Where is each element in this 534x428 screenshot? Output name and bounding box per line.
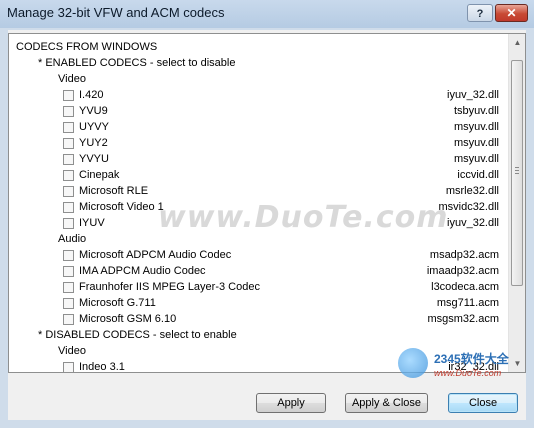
codec-checkbox[interactable]	[63, 122, 74, 133]
codec-row[interactable]: IMA ADPCM Audio Codec imaadp32.acm	[9, 264, 499, 279]
codec-name: YVU9	[79, 105, 108, 117]
enabled-audio-label: Audio	[58, 233, 87, 245]
codec-name: Indeo 3.1	[79, 361, 125, 373]
codec-checkbox[interactable]	[63, 138, 74, 149]
codec-checkbox[interactable]	[63, 106, 74, 117]
codec-checkbox[interactable]	[63, 186, 74, 197]
codec-row[interactable]: Cinepak iccvid.dll	[9, 168, 499, 183]
codec-dll: iccvid.dll	[457, 169, 499, 181]
codec-checkbox[interactable]	[63, 218, 74, 229]
codec-checkbox[interactable]	[63, 250, 74, 261]
codec-row[interactable]: Microsoft ADPCM Audio Codec msadp32.acm	[9, 248, 499, 263]
codec-dll: msyuv.dll	[453, 137, 499, 149]
codec-name: IMA ADPCM Audio Codec	[79, 265, 206, 277]
codec-checkbox[interactable]	[63, 266, 74, 277]
codec-row[interactable]: UYVY msyuv.dll	[9, 120, 499, 135]
codec-name: Microsoft ADPCM Audio Codec	[79, 249, 232, 261]
codec-name: YUY2	[79, 137, 108, 149]
watermark-cn-text: 2345软件大全	[434, 352, 509, 366]
codec-checkbox[interactable]	[63, 314, 74, 325]
apply-close-button[interactable]: Apply & Close	[345, 393, 428, 413]
codec-checkbox[interactable]	[63, 90, 74, 101]
codec-name: Microsoft GSM 6.10	[79, 313, 177, 325]
codec-dll: msyuv.dll	[453, 121, 499, 133]
codec-name: Microsoft G.711	[79, 297, 156, 309]
enabled-video-label: Video	[58, 73, 86, 85]
codec-row[interactable]: Microsoft RLE msrle32.dll	[9, 184, 499, 199]
duote-logo-icon	[398, 348, 428, 378]
codec-dll: iyuv_32.dll	[447, 217, 499, 229]
watermark-logo: 2345软件大全 www.DuoTe.com	[396, 346, 532, 388]
window-title: Manage 32-bit VFW and ACM codecs	[7, 5, 225, 20]
codec-checkbox[interactable]	[63, 298, 74, 309]
root-label: CODECS FROM WINDOWS	[16, 41, 158, 53]
codec-name: Cinepak	[79, 169, 120, 181]
codec-dll: msadp32.acm	[429, 249, 499, 261]
codec-row[interactable]: I.420 iyuv_32.dll	[9, 88, 499, 103]
help-button[interactable]: ?	[467, 4, 493, 22]
title-bar[interactable]: Manage 32-bit VFW and ACM codecs ? ✕	[0, 0, 534, 28]
close-button[interactable]: Close	[448, 393, 518, 413]
codec-checkbox[interactable]	[63, 170, 74, 181]
codec-checkbox[interactable]	[63, 154, 74, 165]
codec-name: YVYU	[79, 153, 109, 165]
codec-row[interactable]: Fraunhofer IIS MPEG Layer-3 Codec l3codec…	[9, 280, 499, 295]
vertical-scrollbar[interactable]: ▲ ▼	[508, 34, 525, 372]
codec-dll: msrle32.dll	[445, 185, 499, 197]
disabled-video-label: Video	[58, 345, 86, 357]
codec-dll: msyuv.dll	[453, 153, 499, 165]
codec-dll: tsbyuv.dll	[453, 105, 499, 117]
codec-row[interactable]: YVU9 tsbyuv.dll	[9, 104, 499, 119]
codec-checkbox[interactable]	[63, 202, 74, 213]
codec-row[interactable]: YUY2 msyuv.dll	[9, 136, 499, 151]
codec-dll: iyuv_32.dll	[447, 89, 499, 101]
codec-dll: imaadp32.acm	[426, 265, 499, 277]
codec-name: IYUV	[79, 217, 105, 229]
window-close-button[interactable]: ✕	[495, 4, 528, 22]
watermark-text: www.DuoTe.com	[158, 200, 449, 235]
enabled-codecs-header: * ENABLED CODECS - select to disable	[38, 57, 236, 69]
codec-dll: msg711.acm	[436, 297, 499, 309]
watermark-url: www.DuoTe.com	[434, 368, 502, 378]
codec-row[interactable]: YVYU msyuv.dll	[9, 152, 499, 167]
codec-name: Microsoft Video 1	[79, 201, 164, 213]
codec-name: UYVY	[79, 121, 109, 133]
codec-dll: msgsm32.acm	[427, 313, 499, 325]
codec-name: Fraunhofer IIS MPEG Layer-3 Codec	[79, 281, 260, 293]
disabled-codecs-header: * DISABLED CODECS - select to enable	[38, 329, 237, 341]
scrollbar-thumb[interactable]	[511, 60, 523, 286]
codec-row[interactable]: Microsoft G.711 msg711.acm	[9, 296, 499, 311]
codec-dll: l3codeca.acm	[431, 281, 499, 293]
codec-name: Microsoft RLE	[79, 185, 149, 197]
codec-checkbox[interactable]	[63, 282, 74, 293]
codec-row[interactable]: Microsoft GSM 6.10 msgsm32.acm	[9, 312, 499, 327]
apply-button[interactable]: Apply	[256, 393, 326, 413]
codec-name: I.420	[79, 89, 104, 101]
codec-checkbox[interactable]	[63, 362, 74, 372]
scroll-up-arrow-icon[interactable]: ▲	[509, 34, 525, 51]
